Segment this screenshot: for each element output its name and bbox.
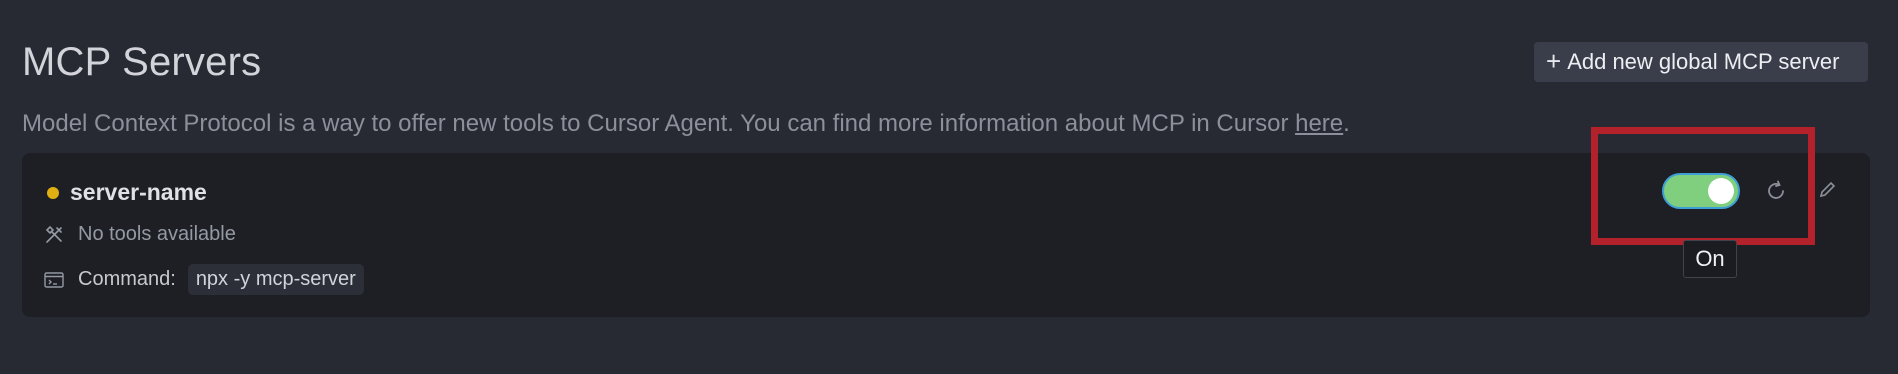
server-name-label: server-name [70,179,207,205]
mcp-settings-page: MCP Servers + Add new global MCP server … [0,0,1898,374]
server-card: server-name No tools available Command: … [22,153,1870,317]
terminal-icon [44,270,64,290]
toggle-knob [1708,178,1734,204]
pencil-icon [1819,181,1836,198]
refresh-icon [1768,180,1784,199]
tools-status-text: No tools available [78,223,236,245]
description-text: Model Context Protocol is a way to offer… [22,110,1296,137]
plus-icon: + [1546,46,1562,76]
description-suffix: . [1343,110,1350,137]
command-label: Command: [78,268,176,290]
toggle-tooltip: On [1683,240,1737,278]
command-row: Command: npx -y mcp-server [44,264,364,295]
edit-button[interactable] [1814,177,1840,203]
tools-icon [44,225,64,245]
tools-row: No tools available [44,223,236,246]
add-button-label: Add new global MCP server [1567,49,1840,74]
page-title: MCP Servers [22,40,262,84]
status-indicator-dot [47,187,59,199]
here-link[interactable]: here [1295,110,1343,137]
refresh-button[interactable] [1762,177,1790,205]
mcp-description: Model Context Protocol is a way to offer… [22,110,1350,138]
command-value: npx -y mcp-server [187,264,364,295]
add-global-mcp-server-button[interactable]: + Add new global MCP server [1534,42,1868,82]
server-enable-toggle[interactable] [1662,173,1740,209]
